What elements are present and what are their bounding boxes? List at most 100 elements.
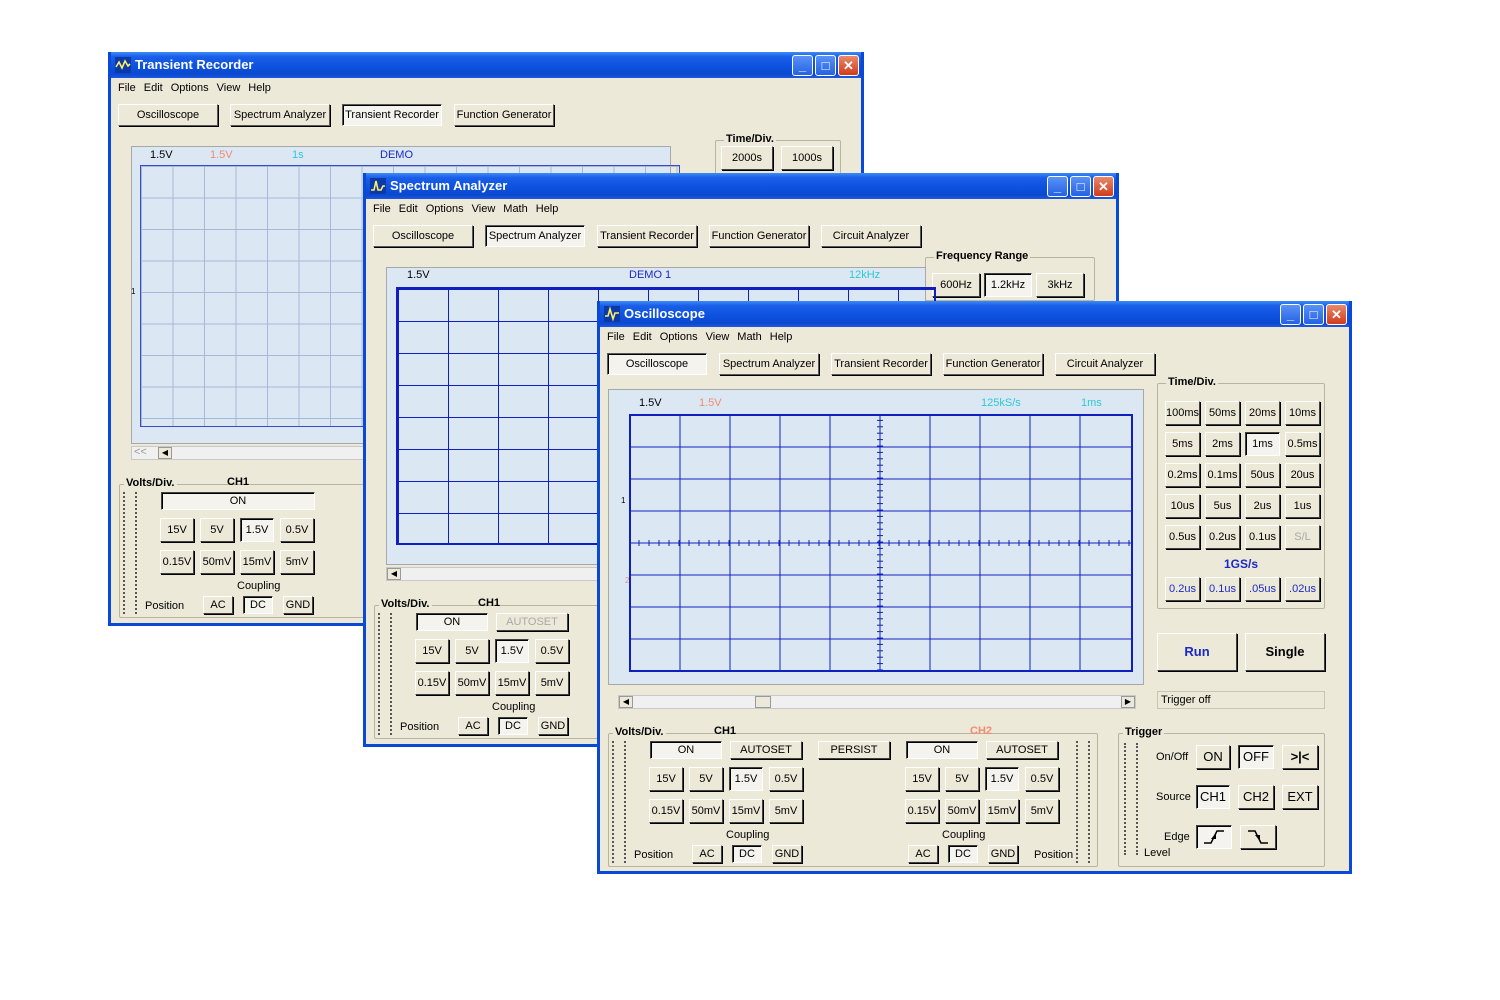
time-div-button[interactable]: 2us [1245, 494, 1280, 518]
time-fast-05us-button[interactable]: .05us [1245, 577, 1280, 601]
time-div-button[interactable]: 20us [1285, 463, 1320, 487]
ch1-volt-1-5v-button[interactable]: 1.5V [729, 767, 763, 791]
tab-circuit-analyzer[interactable]: Circuit Analyzer [821, 225, 921, 247]
menu-options[interactable]: Options [171, 82, 209, 94]
ch1-volt-5mv-button[interactable]: 5mV [769, 799, 803, 823]
menu-view[interactable]: View [706, 331, 730, 343]
time-div-button[interactable]: S/L [1285, 525, 1320, 549]
volt-5v-button[interactable]: 5V [200, 518, 234, 542]
title-bar[interactable]: Spectrum Analyzer _ □ ✕ [366, 173, 1116, 199]
title-bar[interactable]: Transient Recorder _ □ ✕ [111, 52, 861, 78]
menu-file[interactable]: File [373, 203, 391, 215]
ch2-volt-15mv-button[interactable]: 15mV [985, 799, 1019, 823]
scroll-left-icon[interactable]: ◀ [158, 447, 172, 459]
position-slider[interactable] [123, 492, 137, 614]
persist-button[interactable]: PERSIST [818, 741, 890, 759]
time-div-button[interactable]: 5ms [1165, 432, 1200, 456]
menu-file[interactable]: File [607, 331, 625, 343]
ch2-on-button[interactable]: ON [906, 741, 978, 759]
freq-3khz-button[interactable]: 3kHz [1036, 273, 1084, 297]
volt-1-5v-button[interactable]: 1.5V [240, 518, 274, 542]
ch1-on-button[interactable]: ON [650, 741, 722, 759]
volt-5mv-button[interactable]: 5mV [280, 550, 314, 574]
ch1-volt-15mv-button[interactable]: 15mV [729, 799, 763, 823]
ch2-volt-5v-button[interactable]: 5V [945, 767, 979, 791]
trigger-on-button[interactable]: ON [1196, 745, 1230, 769]
maximize-button[interactable]: □ [1070, 176, 1091, 197]
minimize-button[interactable]: _ [792, 55, 813, 76]
volt-50mv-button[interactable]: 50mV [200, 550, 234, 574]
volt-15v-button[interactable]: 15V [415, 639, 449, 663]
freq-600hz-button[interactable]: 600Hz [932, 273, 980, 297]
time-div-button[interactable]: 2ms [1205, 432, 1240, 456]
tab-circuit-analyzer[interactable]: Circuit Analyzer [1055, 353, 1155, 375]
tab-transient-recorder[interactable]: Transient Recorder [831, 353, 931, 375]
menu-help[interactable]: Help [536, 203, 559, 215]
time-div-button[interactable]: 10ms [1285, 401, 1320, 425]
time-div-button[interactable]: 0.5ms [1285, 432, 1320, 456]
ch1-coupling-dc-button[interactable]: DC [732, 845, 762, 863]
freq-1-2khz-button[interactable]: 1.2kHz [984, 273, 1032, 297]
time-div-button[interactable]: 100ms [1165, 401, 1200, 425]
coupling-dc-button[interactable]: DC [498, 717, 528, 735]
minimize-button[interactable]: _ [1047, 176, 1068, 197]
ch2-coupling-gnd-button[interactable]: GND [988, 845, 1018, 863]
volt-0-15v-button[interactable]: 0.15V [160, 550, 194, 574]
ch1-volt-15v-button[interactable]: 15V [649, 767, 683, 791]
tab-function-generator[interactable]: Function Generator [943, 353, 1043, 375]
scroll-fast-left-button[interactable]: << [134, 446, 147, 458]
ch1-on-button[interactable]: ON [416, 613, 488, 631]
coupling-gnd-button[interactable]: GND [283, 596, 313, 614]
ch2-coupling-ac-button[interactable]: AC [908, 845, 938, 863]
ch1-autoset-button[interactable]: AUTOSET [730, 741, 802, 759]
tab-spectrum-analyzer[interactable]: Spectrum Analyzer [230, 104, 330, 126]
tab-spectrum-analyzer[interactable]: Spectrum Analyzer [719, 353, 819, 375]
tab-oscilloscope[interactable]: Oscilloscope [118, 104, 218, 126]
ch2-volt-50mv-button[interactable]: 50mV [945, 799, 979, 823]
time-fast-0-1us-button[interactable]: 0.1us [1205, 577, 1240, 601]
menu-math[interactable]: Math [503, 203, 527, 215]
autoset-button[interactable]: AUTOSET [496, 613, 568, 631]
menu-help[interactable]: Help [770, 331, 793, 343]
ch1-coupling-ac-button[interactable]: AC [692, 845, 722, 863]
trigger-rising-edge-button[interactable] [1196, 825, 1232, 849]
volt-15v-button[interactable]: 15V [160, 518, 194, 542]
time-div-button[interactable]: 0.2ms [1165, 463, 1200, 487]
coupling-dc-button[interactable]: DC [243, 596, 273, 614]
close-button[interactable]: ✕ [1093, 176, 1114, 197]
maximize-button[interactable]: □ [1303, 304, 1324, 325]
close-button[interactable]: ✕ [838, 55, 859, 76]
volt-1-5v-button[interactable]: 1.5V [495, 639, 529, 663]
trigger-level-slider[interactable] [1124, 743, 1138, 855]
run-button[interactable]: Run [1157, 633, 1237, 671]
time-div-button[interactable]: 20ms [1245, 401, 1280, 425]
title-bar[interactable]: Oscilloscope _ □ ✕ [600, 301, 1349, 327]
tab-oscilloscope[interactable]: Oscilloscope [607, 353, 707, 375]
volt-0-5v-button[interactable]: 0.5V [535, 639, 569, 663]
trigger-split-button[interactable]: >|< [1282, 745, 1318, 769]
menu-edit[interactable]: Edit [144, 82, 163, 94]
time-div-button[interactable]: 50us [1245, 463, 1280, 487]
ch1-on-button[interactable]: ON [161, 492, 315, 510]
ch2-volt-0-15v-button[interactable]: 0.15V [905, 799, 939, 823]
menu-options[interactable]: Options [660, 331, 698, 343]
scroll-left-icon[interactable]: ◀ [619, 696, 633, 708]
menu-view[interactable]: View [217, 82, 241, 94]
horizontal-scrollbar[interactable]: ◀ ▶ [618, 695, 1136, 709]
single-button[interactable]: Single [1245, 633, 1325, 671]
time-1000s-button[interactable]: 1000s [781, 146, 833, 170]
ch1-volt-50mv-button[interactable]: 50mV [689, 799, 723, 823]
maximize-button[interactable]: □ [815, 55, 836, 76]
time-2000s-button[interactable]: 2000s [721, 146, 773, 170]
menu-edit[interactable]: Edit [399, 203, 418, 215]
tab-spectrum-analyzer[interactable]: Spectrum Analyzer [485, 225, 585, 247]
tab-oscilloscope[interactable]: Oscilloscope [373, 225, 473, 247]
ch1-volt-0-15v-button[interactable]: 0.15V [649, 799, 683, 823]
time-div-button[interactable]: 10us [1165, 494, 1200, 518]
time-div-button[interactable]: 0.1us [1245, 525, 1280, 549]
time-fast-02us-button[interactable]: .02us [1285, 577, 1320, 601]
time-div-button[interactable]: 1us [1285, 494, 1320, 518]
tab-transient-recorder[interactable]: Transient Recorder [597, 225, 697, 247]
volt-0-15v-button[interactable]: 0.15V [415, 671, 449, 695]
position-slider[interactable] [378, 613, 392, 735]
